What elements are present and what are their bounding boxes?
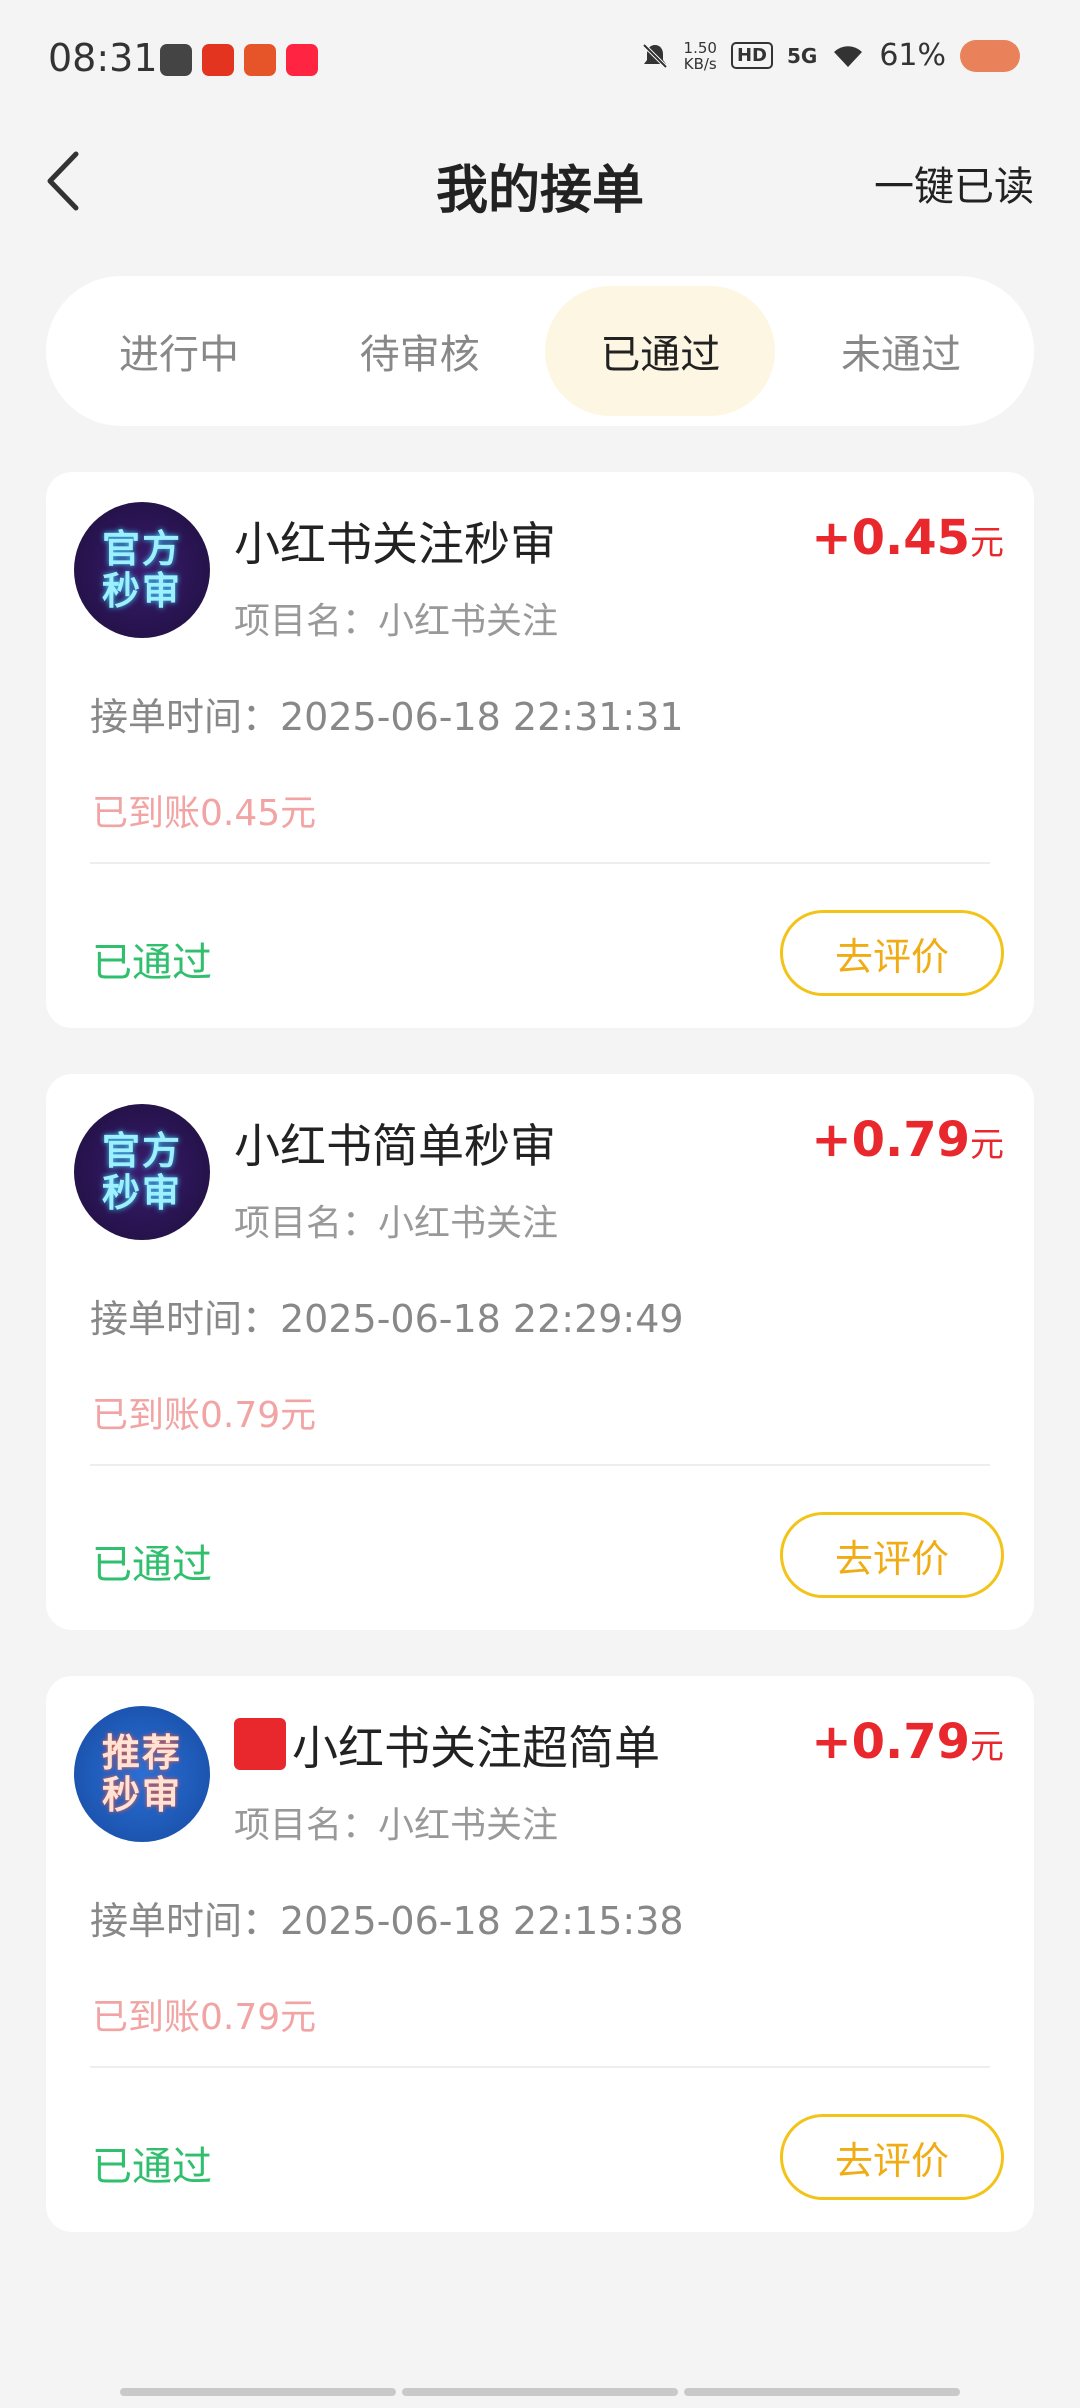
reward-amount: +0.45元	[811, 510, 1004, 566]
arrived-amount: 已到账0.45元	[92, 793, 317, 834]
order-status: 已通过	[92, 2144, 212, 2190]
amount-value: +0.79	[811, 1714, 970, 1770]
shopping-app-icon	[202, 44, 234, 76]
home-indicator-segment	[120, 2388, 396, 2396]
arrived-amount: 已到账0.79元	[92, 1997, 317, 2038]
weather-cloud-icon	[960, 39, 1020, 72]
battery-level: 61%	[879, 38, 946, 73]
task-avatar: 官方 秒审	[74, 502, 210, 638]
amount-unit: 元	[970, 1727, 1004, 1767]
reward-amount: +0.79元	[811, 1112, 1004, 1168]
order-card[interactable]: 官方 秒审 小红书关注秒审 项目名：小红书关注 +0.45元 接单时间：2025…	[46, 472, 1034, 1028]
mute-bell-icon	[642, 43, 667, 68]
card-divider	[90, 862, 990, 864]
avatar-text-line2: 秒审	[101, 1773, 182, 1817]
review-button[interactable]: 去评价	[780, 1512, 1004, 1598]
network-speed-value: 1.50	[683, 38, 717, 57]
reward-amount: +0.79元	[811, 1714, 1004, 1770]
header: 我的接单 一键已读	[0, 130, 1080, 230]
status-right: 1.50 KB/s HD 5G 61%	[640, 38, 1020, 73]
home-indicator[interactable]	[120, 2388, 960, 2396]
network-speed: 1.50 KB/s	[684, 40, 717, 72]
status-time: 08:31	[48, 36, 158, 80]
review-button[interactable]: 去评价	[780, 2114, 1004, 2200]
red-square-icon	[234, 1718, 286, 1770]
task-name: 小红书关注超简单	[234, 1712, 660, 1778]
review-button[interactable]: 去评价	[780, 910, 1004, 996]
avatar-text-line2: 秒审	[101, 569, 182, 613]
avatar-text-line1: 官方	[101, 527, 182, 571]
project-name: 项目名：小红书关注	[234, 601, 559, 642]
tab-rejected[interactable]: 未通过	[786, 286, 1016, 416]
order-card[interactable]: 官方 秒审 小红书简单秒审 项目名：小红书关注 +0.79元 接单时间：2025…	[46, 1074, 1034, 1630]
taobao-app-icon	[244, 44, 276, 76]
hd-badge: HD	[730, 42, 773, 69]
task-name: 小红书关注秒审	[234, 517, 556, 571]
card-divider	[90, 1464, 990, 1466]
notification-icons	[160, 44, 318, 76]
accept-time: 接单时间：2025-06-18 22:15:38	[90, 1899, 684, 1943]
amount-value: +0.79	[811, 1112, 970, 1168]
task-name-text: 小红书关注超简单	[292, 1721, 660, 1775]
status-tabs: 进行中 待审核 已通过 未通过	[46, 276, 1034, 426]
wifi-icon	[834, 45, 863, 67]
avatar-text-line2: 秒审	[101, 1171, 182, 1215]
tab-approved[interactable]: 已通过	[545, 286, 776, 416]
tab-in-progress[interactable]: 进行中	[64, 286, 294, 416]
status-bar: 08:31 1.50 KB/s HD 5G 61%	[0, 0, 1080, 120]
card-divider	[90, 2066, 990, 2068]
task-name: 小红书简单秒审	[234, 1119, 556, 1173]
accept-time: 接单时间：2025-06-18 22:29:49	[90, 1297, 684, 1341]
accept-time: 接单时间：2025-06-18 22:31:31	[90, 695, 684, 739]
task-avatar: 推荐 秒审	[74, 1706, 210, 1842]
mark-all-read-button[interactable]: 一键已读	[874, 154, 1034, 212]
task-avatar: 官方 秒审	[74, 1104, 210, 1240]
order-card[interactable]: 推荐 秒审 小红书关注超简单 项目名：小红书关注 +0.79元 接单时间：202…	[46, 1676, 1034, 2232]
tab-pending-review[interactable]: 待审核	[305, 286, 535, 416]
order-status: 已通过	[92, 1542, 212, 1588]
video-app-icon	[160, 44, 192, 76]
avatar-text-line1: 官方	[101, 1129, 182, 1173]
project-name: 项目名：小红书关注	[234, 1805, 559, 1846]
arrived-amount: 已到账0.79元	[92, 1395, 317, 1436]
amount-unit: 元	[970, 1125, 1004, 1165]
amount-value: +0.45	[811, 510, 970, 566]
home-indicator-segment	[402, 2388, 678, 2396]
network-type: 5G	[786, 43, 818, 68]
xiaohongshu-app-icon	[286, 44, 318, 76]
home-indicator-segment	[684, 2388, 960, 2396]
network-speed-unit: KB/s	[683, 54, 717, 73]
project-name: 项目名：小红书关注	[234, 1203, 559, 1244]
amount-unit: 元	[970, 523, 1004, 563]
order-status: 已通过	[92, 940, 212, 986]
avatar-text-line1: 推荐	[101, 1731, 182, 1775]
